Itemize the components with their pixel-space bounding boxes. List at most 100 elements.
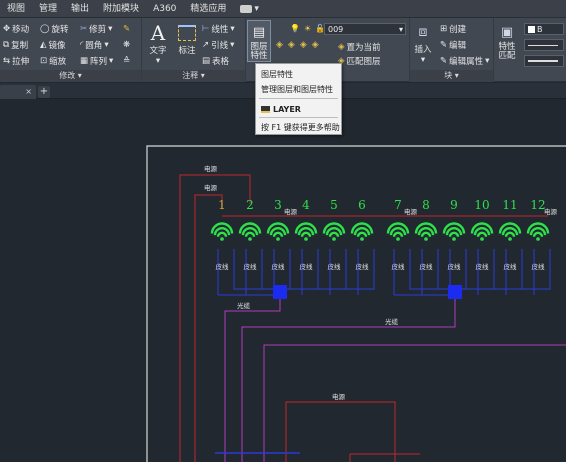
layer-freeze-icon[interactable]: ◈ — [300, 40, 307, 50]
explode-button[interactable]: ❋ — [123, 38, 130, 52]
drawing-canvas[interactable]: 电源 电源 电源 电源 电源 电源 1 皮线 2 皮线 3 皮线 4 皮线 5 皮线 6 皮线 7 皮线 8… — [0, 99, 566, 462]
wifi-icon[interactable] — [442, 222, 466, 241]
chevron-down-icon: ▾ — [104, 40, 109, 50]
wifi-icon[interactable] — [322, 222, 346, 241]
ribbon-toggle-dropdown[interactable]: ▾ — [233, 0, 266, 18]
ap-number: 7 — [394, 198, 402, 212]
command-icon — [261, 106, 270, 113]
table-button[interactable]: ▤ 表格 — [202, 54, 229, 68]
trim-button[interactable]: ✂ 修剪 ▾ — [80, 22, 112, 36]
power-lines — [179, 174, 548, 462]
switch-box-left[interactable] — [273, 285, 287, 299]
power-label-3: 电源 — [284, 207, 298, 216]
scale-button[interactable]: ⊡ 缩放 — [40, 54, 66, 68]
close-icon[interactable]: × — [25, 87, 32, 96]
color-dropdown[interactable]: B — [524, 23, 564, 35]
layer-tool-icons: ◈ ◈ ◈ ◈ — [276, 40, 319, 50]
move-button[interactable]: ✥ 移动 — [3, 22, 29, 36]
set-current-button[interactable]: ◈ 置为当前 — [338, 40, 381, 54]
menu-addins[interactable]: 附加模块 — [96, 0, 146, 18]
camera-icon — [240, 4, 253, 13]
panel-modify-title[interactable]: 修改 ▾ — [0, 70, 141, 82]
chevron-down-icon: ▾ — [155, 56, 161, 66]
lightbulb-icon[interactable]: 💡 — [290, 24, 300, 33]
sun-icon[interactable]: ☀ — [304, 24, 311, 33]
linetype-preview — [528, 44, 558, 46]
wifi-icon[interactable] — [414, 222, 438, 241]
fillet-button[interactable]: ◜ 圆角 ▾ — [80, 38, 109, 52]
switch-box-right[interactable] — [448, 285, 462, 299]
drawing-svg[interactable]: 电源 电源 电源 电源 电源 电源 1皮线2皮线3皮线4皮线5皮线6皮线7皮线8… — [0, 99, 566, 462]
ap-number: 11 — [502, 198, 517, 212]
edit-attributes-button[interactable]: ✎ 编辑属性 ▾ — [440, 54, 489, 68]
wifi-icon[interactable] — [210, 222, 234, 241]
match-properties-icon: ▣ — [500, 24, 514, 40]
wifi-icon[interactable] — [526, 222, 550, 241]
wifi-icon[interactable] — [470, 222, 494, 241]
ap-number: 4 — [302, 198, 310, 212]
color-swatch-icon — [528, 25, 535, 33]
tooltip-help: 按 F1 键获得更多帮助 — [261, 123, 340, 132]
pencil-icon: ✎ — [123, 24, 131, 34]
panel-annotation-title[interactable]: 注释 ▾ — [142, 70, 245, 82]
insert-block-icon: ⧈ — [418, 24, 428, 40]
wifi-icon[interactable] — [350, 222, 374, 241]
mirror-icon: ◭ — [40, 40, 47, 50]
rotate-button[interactable]: ◯ 旋转 — [40, 22, 69, 36]
mirror-button[interactable]: ◭ 镜像 — [40, 38, 66, 52]
ap-number: 2 — [246, 198, 254, 212]
scale-icon: ⊡ — [40, 56, 48, 66]
table-icon: ▤ — [202, 56, 211, 66]
panel-annotation: A 文字 ▾ 标注 ⊢ 线性 ▾ ↗ 引线 ▾ ▤ 表格 注释 ▾ — [142, 18, 246, 82]
leader-button[interactable]: ↗ 引线 ▾ — [202, 38, 234, 52]
lineweight-dropdown[interactable] — [524, 55, 564, 67]
match-layer-button[interactable]: ◈ 匹配图层 — [338, 54, 381, 68]
linear-dimension-icon: ⊢ — [202, 24, 210, 34]
wifi-icon[interactable] — [238, 222, 262, 241]
menu-featured-apps[interactable]: 精选应用 — [183, 0, 233, 18]
new-tab-button[interactable]: + — [38, 86, 50, 98]
layer-off-icon[interactable]: ◈ — [276, 40, 283, 50]
power-label-6: 电源 — [332, 392, 346, 401]
text-button[interactable]: A 文字 ▾ — [147, 21, 169, 66]
offset-button[interactable]: ≙ — [123, 54, 130, 68]
stretch-button[interactable]: ⇆ 拉伸 — [3, 54, 29, 68]
file-tab[interactable]: × — [0, 85, 36, 99]
menu-a360[interactable]: A360 — [146, 0, 183, 18]
wifi-icon[interactable] — [266, 222, 290, 241]
tooltip-title: 图层特性 — [261, 70, 293, 79]
layer-dropdown[interactable]: 009 ▾ — [324, 23, 406, 35]
copy-button[interactable]: ⧉ 复制 — [3, 38, 28, 52]
wifi-icon[interactable] — [386, 222, 410, 241]
draw-line-button[interactable]: ✎ — [123, 22, 130, 36]
menu-manage[interactable]: 管理 — [32, 0, 64, 18]
wifi-icon[interactable] — [294, 222, 318, 241]
edit-block-icon: ✎ — [440, 40, 448, 50]
tooltip-description: 管理图层和图层特性 — [261, 85, 333, 94]
ap-number: 8 — [422, 198, 430, 212]
menu-output[interactable]: 输出 — [64, 0, 96, 18]
chevron-down-icon: ▾ — [254, 3, 259, 14]
layer-isolate-icon[interactable]: ◈ — [288, 40, 295, 50]
layer-lock-icon[interactable]: ◈ — [312, 40, 319, 50]
edit-block-button[interactable]: ✎ 编辑 — [440, 38, 466, 52]
tooltip-command: LAYER — [261, 105, 301, 114]
insert-block-button[interactable]: ⧈ 插入 ▾ — [412, 21, 434, 65]
linetype-dropdown[interactable] — [524, 39, 564, 51]
create-block-button[interactable]: ⊞ 创建 — [440, 22, 466, 36]
dimension-button[interactable]: 标注 — [176, 22, 198, 56]
copy-icon: ⧉ — [3, 40, 10, 50]
panel-block-title[interactable]: 块 ▾ — [410, 70, 493, 82]
wifi-icon[interactable] — [498, 222, 522, 241]
edit-attributes-icon: ✎ — [440, 56, 448, 66]
chevron-down-icon: ▾ — [420, 55, 426, 65]
match-properties-button[interactable]: ▣ 特性 匹配 — [496, 21, 518, 61]
fillet-icon: ◜ — [80, 40, 84, 50]
array-button[interactable]: ▦ 阵列 ▾ — [80, 54, 113, 68]
panel-properties: ▣ 特性 匹配 B — [494, 18, 566, 82]
drawing-frame — [146, 145, 566, 462]
layer-properties-button[interactable]: ▤ 图层 特性 — [247, 20, 271, 62]
linear-dimension-button[interactable]: ⊢ 线性 ▾ — [202, 22, 235, 36]
chevron-down-icon: ▾ — [230, 24, 235, 34]
menu-view[interactable]: 视图 — [0, 0, 32, 18]
